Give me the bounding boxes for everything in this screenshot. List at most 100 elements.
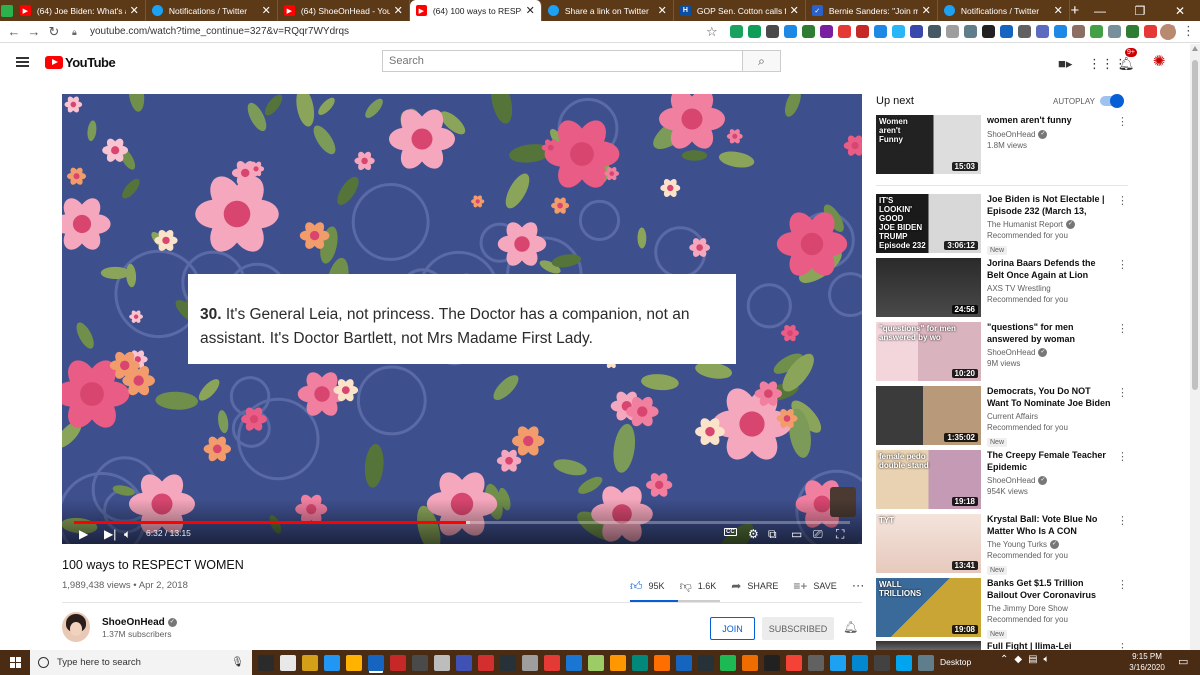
recommended-video-title[interactable]: Banks Get $1.5 Trillion Bailout Over Cor… [987, 578, 1112, 601]
action-center-icon[interactable]: ▭ [1178, 655, 1188, 668]
recommended-video[interactable]: "questions" for men answered by wo 10:20 "q… [876, 322, 1128, 382]
taskbar-app-icon[interactable] [896, 654, 912, 671]
next-icon[interactable]: ▶| [104, 527, 116, 541]
taskbar-app-icon[interactable] [720, 654, 736, 671]
browser-tab[interactable]: Notifications / Twitter ✕ [146, 0, 278, 21]
taskbar-app-icon[interactable] [654, 654, 670, 671]
scroll-up-arrow-icon[interactable] [1192, 46, 1198, 51]
browser-extension-icon[interactable] [1000, 25, 1013, 38]
tab-close-icon[interactable]: ✕ [394, 4, 403, 17]
recommended-video-title[interactable]: Democrats, You Do NOT Want To Nominate J… [987, 386, 1112, 409]
back-arrow-icon[interactable]: ← [4, 24, 24, 39]
recommended-video-title[interactable]: Joe Biden is Not Electable | Episode 232… [987, 194, 1112, 217]
taskbar-app-icon[interactable] [280, 654, 296, 671]
microphone-icon[interactable]: 🎙︎ [231, 657, 244, 668]
browser-menu-icon[interactable]: ⋮ [1182, 23, 1195, 39]
video-menu-icon[interactable]: ⋮ [1117, 260, 1128, 271]
taskbar-app-icon[interactable] [500, 654, 516, 671]
taskbar-search[interactable]: Type here to search 🎙︎ [30, 650, 252, 675]
recommended-video-channel[interactable]: The Jimmy Dore Show [987, 604, 1068, 613]
taskbar-app-icon[interactable] [346, 654, 362, 671]
browser-extension-icon[interactable] [856, 25, 869, 38]
recommended-video-channel[interactable]: The Humanist Report [987, 220, 1063, 229]
browser-tab[interactable]: ▶ (64) Joe Biden: What's a re ✕ [14, 0, 146, 21]
volume-tray-icon[interactable]: 🔈︎ [1044, 654, 1050, 665]
taskbar-app-icon[interactable] [610, 654, 626, 671]
tab-close-icon[interactable]: ✕ [1054, 4, 1063, 17]
dislike-button[interactable]: 👎︎ 1.6K [680, 578, 717, 594]
browser-tab[interactable]: Share a link on Twitter ✕ [542, 0, 674, 21]
close-window-button[interactable]: ✕ [1160, 4, 1200, 18]
browser-extension-icon[interactable] [748, 25, 761, 38]
taskbar-app-icon[interactable] [632, 654, 648, 671]
browser-tab[interactable]: ✓ Bernie Sanders: "Join me n ✕ [806, 0, 938, 21]
video-menu-icon[interactable]: ⋮ [1117, 388, 1128, 399]
settings-gear-icon[interactable]: ⚙ [748, 527, 759, 541]
taskbar-app-icon[interactable] [522, 654, 538, 671]
taskbar-clock[interactable]: 9:15 PM 3/16/2020 [1127, 651, 1167, 673]
fullscreen-icon[interactable]: ⛶ [836, 527, 844, 542]
tab-close-icon[interactable]: ✕ [658, 4, 667, 17]
browser-extension-icon[interactable] [766, 25, 779, 38]
browser-extension-icon[interactable] [928, 25, 941, 38]
tab-close-icon[interactable]: ✕ [790, 4, 799, 17]
maximize-button[interactable]: ❐ [1120, 4, 1160, 18]
recommended-video[interactable]: WALL TRILLIONS 19:08 Banks Get $1.5 Trillio… [876, 578, 1128, 639]
taskbar-app-icon[interactable] [478, 654, 494, 671]
taskbar-app-icon[interactable] [456, 654, 472, 671]
taskbar-app-icon[interactable] [368, 654, 384, 671]
video-menu-icon[interactable]: ⋮ [1117, 117, 1128, 128]
captions-button[interactable]: CC [724, 528, 737, 536]
browser-extension-icon[interactable] [1036, 25, 1049, 38]
minimize-button[interactable]: — [1080, 4, 1120, 18]
browser-extension-icon[interactable] [874, 25, 887, 38]
browser-extension-icon[interactable] [730, 25, 743, 38]
video-player[interactable]: 30. It's General Leia, not princess. The… [62, 94, 862, 544]
autoplay-toggle[interactable] [1100, 94, 1124, 108]
video-thumbnail[interactable]: WALL TRILLIONS 19:08 [876, 578, 981, 637]
browser-extension-icon[interactable] [1090, 25, 1103, 38]
taskbar-app-icon[interactable] [808, 654, 824, 671]
taskbar-app-icon[interactable] [390, 654, 406, 671]
app-launcher-icon[interactable] [0, 0, 14, 21]
page-scrollbar[interactable] [1190, 44, 1200, 650]
taskbar-app-icon[interactable] [830, 654, 846, 671]
bookmark-star-icon[interactable]: ☆ [706, 24, 718, 40]
recommended-video-title[interactable]: Krystal Ball: Vote Blue No Matter Who Is… [987, 514, 1112, 537]
recommended-video-title[interactable]: women aren't funny [987, 115, 1112, 127]
taskbar-app-icon[interactable] [566, 654, 582, 671]
volume-icon[interactable]: 🔈︎ [124, 527, 131, 542]
tab-close-icon[interactable]: ✕ [130, 4, 139, 17]
recommended-video[interactable]: Women aren't Funny 15:03 women aren't funny S… [876, 115, 1128, 175]
browser-tab[interactable]: ▶ (64) ShoeOnHead - YouTub ✕ [278, 0, 410, 21]
profile-avatar[interactable] [1160, 24, 1176, 40]
channel-avatar[interactable] [62, 612, 90, 642]
recommended-video-channel[interactable]: ShoeOnHead [987, 476, 1035, 485]
recommended-video[interactable]: IT'S LOOKIN' GOOD JOE BIDEN TRUMP Episode 232… [876, 194, 1128, 255]
forward-arrow-icon[interactable]: → [24, 24, 44, 39]
browser-extension-icon[interactable] [1144, 25, 1157, 38]
video-menu-icon[interactable]: ⋮ [1117, 452, 1128, 463]
browser-extension-icon[interactable] [1054, 25, 1067, 38]
recommended-video[interactable]: female pedo double stand 19:18 The Creepy F… [876, 450, 1128, 510]
browser-extension-icon[interactable] [1072, 25, 1085, 38]
browser-tab[interactable]: H GOP Sen. Cotton calls for ✕ [674, 0, 806, 21]
search-button[interactable]: ⌕ [742, 50, 781, 72]
recommended-video[interactable]: Full Fight | Ilima-Lei MacFarlane⋮ [876, 641, 1128, 663]
taskbar-app-icon[interactable] [852, 654, 868, 671]
scrollbar-thumb[interactable] [1192, 60, 1198, 390]
cast-icon[interactable]: ⎚ [813, 527, 823, 542]
video-thumbnail[interactable] [876, 641, 981, 650]
video-thumbnail[interactable]: IT'S LOOKIN' GOOD JOE BIDEN TRUMP Episode 232… [876, 194, 981, 253]
taskbar-app-icon[interactable] [742, 654, 758, 671]
video-thumbnail[interactable]: 1:35:02 [876, 386, 981, 445]
progress-bar[interactable] [74, 521, 850, 524]
desktop-toolbar-label[interactable]: Desktop [940, 657, 971, 667]
taskbar-app-icon[interactable] [918, 654, 934, 671]
dropbox-icon[interactable]: ◆ [1014, 654, 1022, 665]
subscribed-button[interactable]: SUBSCRIBED [762, 617, 834, 640]
browser-extension-icon[interactable] [982, 25, 995, 38]
taskbar-app-icon[interactable] [258, 654, 274, 671]
taskbar-app-icon[interactable] [544, 654, 560, 671]
browser-extension-icon[interactable] [1126, 25, 1139, 38]
